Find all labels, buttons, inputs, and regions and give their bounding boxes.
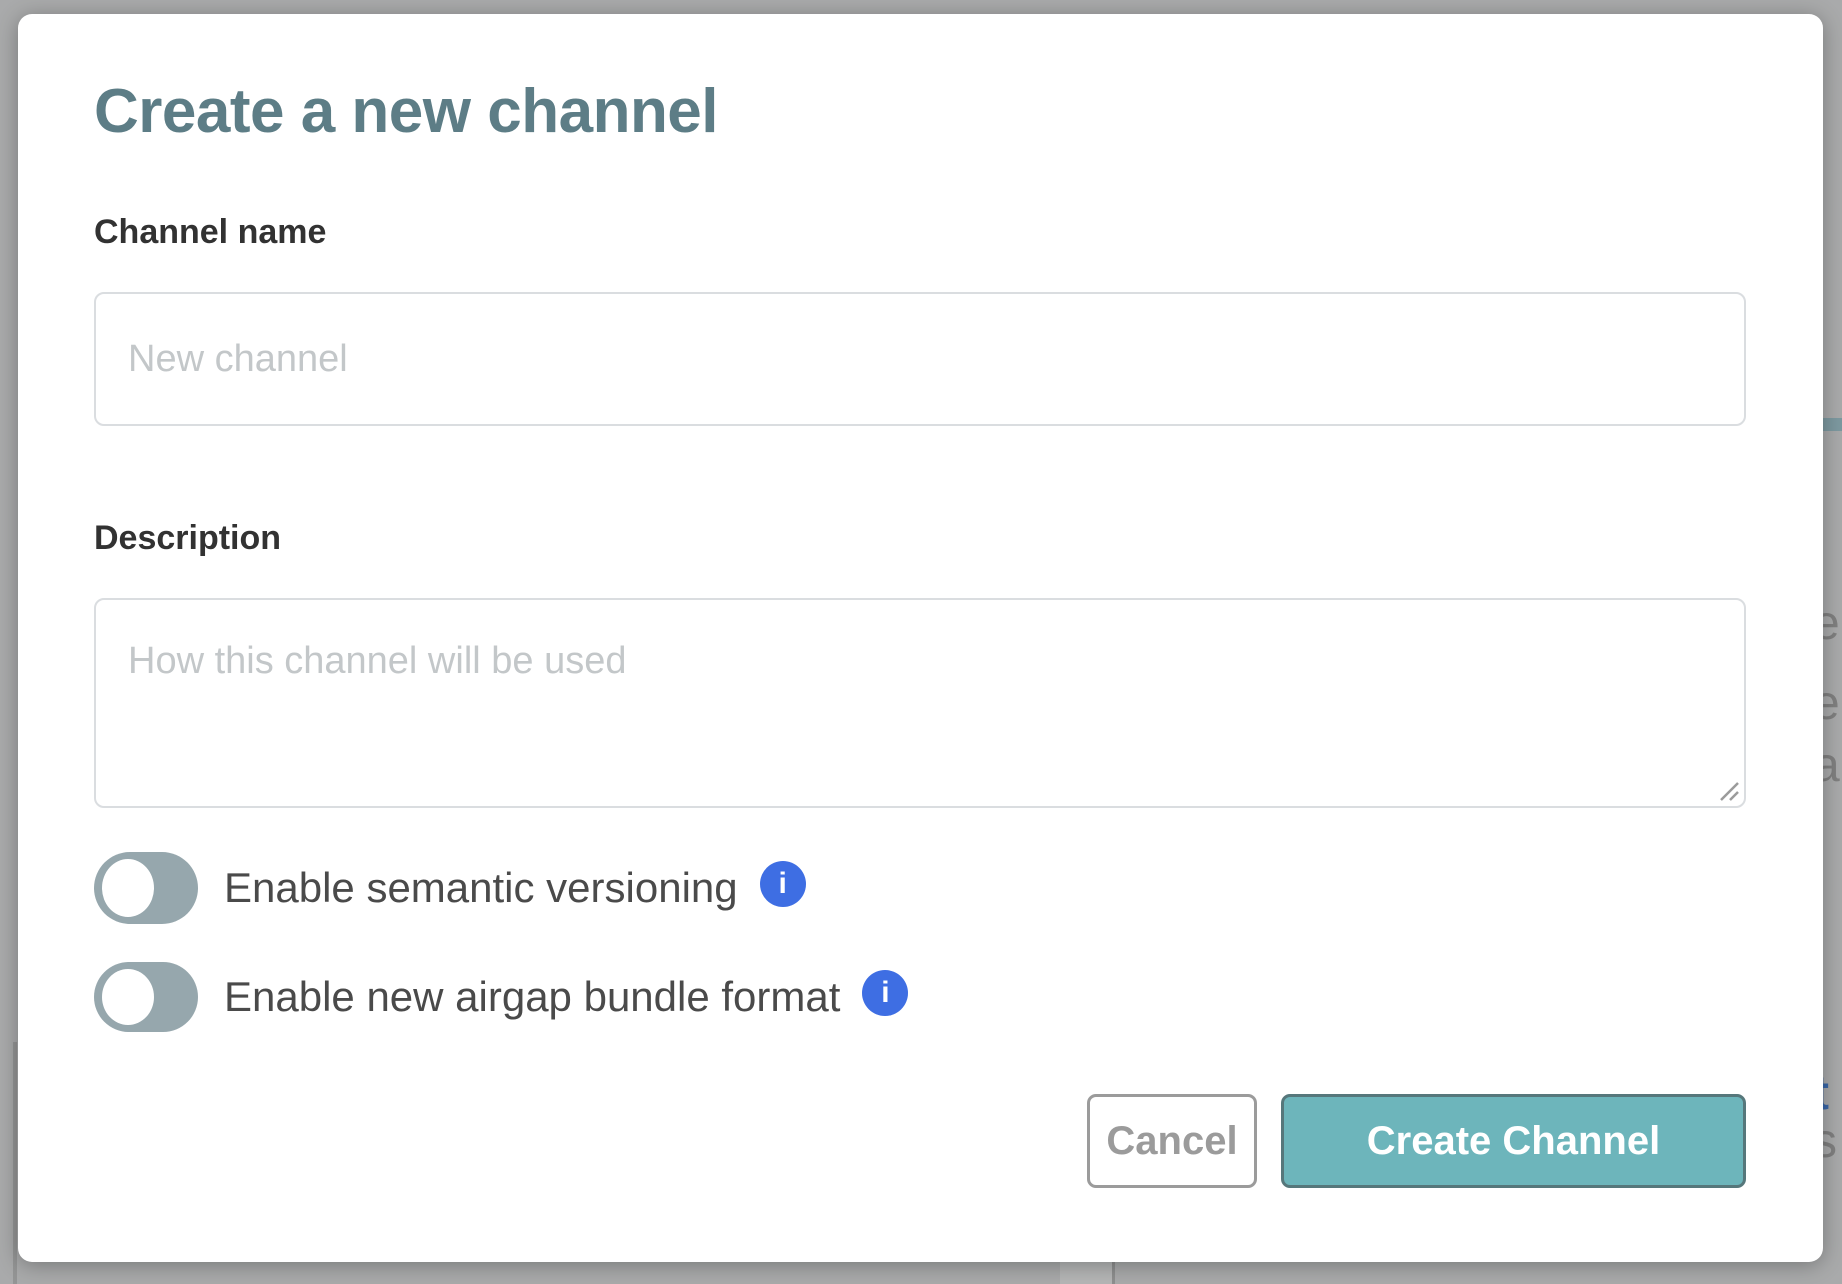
background-obscured-button <box>1060 1262 1113 1284</box>
resize-handle-icon[interactable] <box>1712 774 1740 802</box>
toggle-knob <box>102 969 154 1025</box>
info-icon[interactable]: i <box>760 861 806 907</box>
background-clipped-text: a <box>1823 742 1840 790</box>
airgap-bundle-toggle[interactable] <box>94 962 198 1032</box>
create-channel-modal: Create a new channel Channel name Descri… <box>18 14 1823 1262</box>
background-clipped-text: s <box>1823 1118 1837 1166</box>
cancel-button[interactable]: Cancel <box>1087 1094 1257 1188</box>
background-clipped-text: e <box>1823 680 1840 728</box>
semantic-versioning-label: Enable semantic versioning <box>224 867 738 909</box>
description-label: Description <box>94 518 1746 558</box>
background-page-edge <box>13 1042 17 1284</box>
background-overlay-strip: e e a l t s <box>1823 0 1842 1284</box>
semantic-versioning-row: Enable semantic versioning i <box>94 852 1746 924</box>
airgap-bundle-label: Enable new airgap bundle format <box>224 976 840 1018</box>
background-teal-band <box>1823 418 1842 431</box>
semantic-versioning-toggle[interactable] <box>94 852 198 924</box>
channel-name-input[interactable] <box>94 292 1746 426</box>
modal-title: Create a new channel <box>94 76 1746 148</box>
toggle-knob <box>102 859 154 917</box>
create-channel-button[interactable]: Create Channel <box>1281 1094 1746 1188</box>
background-clipped-text: l <box>1823 796 1824 844</box>
channel-name-label: Channel name <box>94 212 1746 252</box>
background-clipped-link-text: t <box>1823 1070 1829 1118</box>
description-field-wrap <box>94 598 1746 808</box>
background-clipped-text: e <box>1823 600 1840 648</box>
airgap-bundle-row: Enable new airgap bundle format i <box>94 962 1746 1032</box>
background-divider <box>1112 1262 1115 1284</box>
modal-actions: Cancel Create Channel <box>94 1094 1746 1188</box>
info-icon[interactable]: i <box>862 970 908 1016</box>
description-textarea[interactable] <box>94 598 1746 808</box>
